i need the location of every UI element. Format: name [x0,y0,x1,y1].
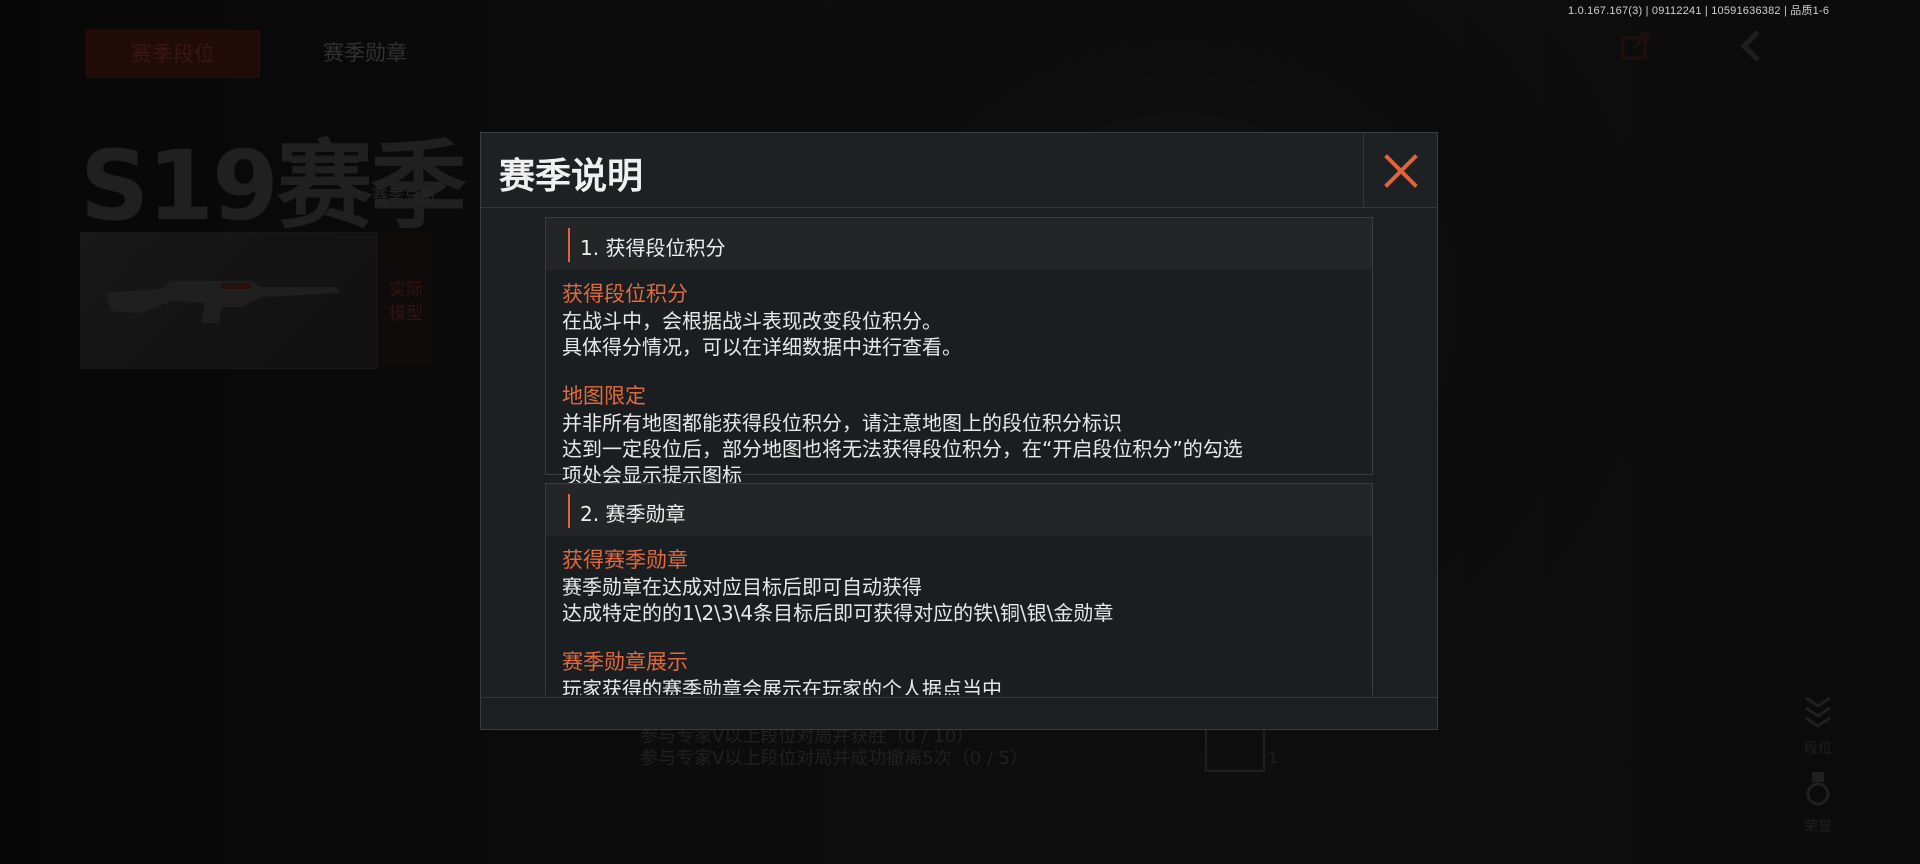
accent-bar [568,228,570,262]
text-line: 赛季勋章在达成对应目标后即可自动获得 [562,575,922,599]
subsection-title: 获得赛季勋章 [562,548,688,572]
subsection-title: 地图限定 [562,384,646,408]
text-line: 在战斗中，会根据战斗表现改变段位积分。 [562,309,942,333]
section-content: 获得段位积分 在战斗中，会根据战斗表现改变段位积分。 具体得分情况，可以在详细数… [546,270,1372,488]
section-header: 1. 获得段位积分 [546,218,1372,270]
version-info: 1.0.167.167(3) | 09112241 | 10591636382 … [1568,5,1830,17]
section-header-label: 2. 赛季勋章 [580,502,686,526]
section-content: 获得赛季勋章 赛季勋章在达成对应目标后即可自动获得 达成特定的的1\2\3\4条… [546,536,1372,695]
season-info-dialog: 赛季说明 1. 获得段位积分 获得段位积分 在战斗中，会根据战斗表现改变段位积分… [480,132,1438,730]
dialog-title: 赛季说明 [499,156,644,197]
accent-bar [568,494,570,528]
close-button[interactable] [1363,133,1437,207]
text-line: 并非所有地图都能获得段位积分，请注意地图上的段位积分标识 [562,411,1122,435]
section-header: 2. 赛季勋章 [546,484,1372,536]
subsection-title: 赛季勋章展示 [562,650,688,674]
section-season-medals: 2. 赛季勋章 获得赛季勋章 赛季勋章在达成对应目标后即可自动获得 达成特定的的… [545,483,1373,695]
text-line: 达成特定的的1\2\3\4条目标后即可获得对应的铁\铜\银\金勋章 [562,601,1114,625]
text-line: 玩家获得的赛季勋章会展示在玩家的个人据点当中 [562,677,1002,695]
dialog-scroll-area[interactable]: 1. 获得段位积分 获得段位积分 在战斗中，会根据战斗表现改变段位积分。 具体得… [545,217,1375,695]
subsection-title: 获得段位积分 [562,282,688,306]
text-line: 具体得分情况，可以在详细数据中进行查看。 [562,335,962,359]
dialog-footer-divider [481,697,1437,698]
section-rank-points: 1. 获得段位积分 获得段位积分 在战斗中，会根据战斗表现改变段位积分。 具体得… [545,217,1373,487]
text-line: 达到一定段位后，部分地图也将无法获得段位积分，在“开启段位积分”的勾选 [562,437,1243,461]
section-header-label: 1. 获得段位积分 [580,236,726,260]
dialog-header: 赛季说明 [481,133,1437,208]
close-icon [1384,154,1418,188]
